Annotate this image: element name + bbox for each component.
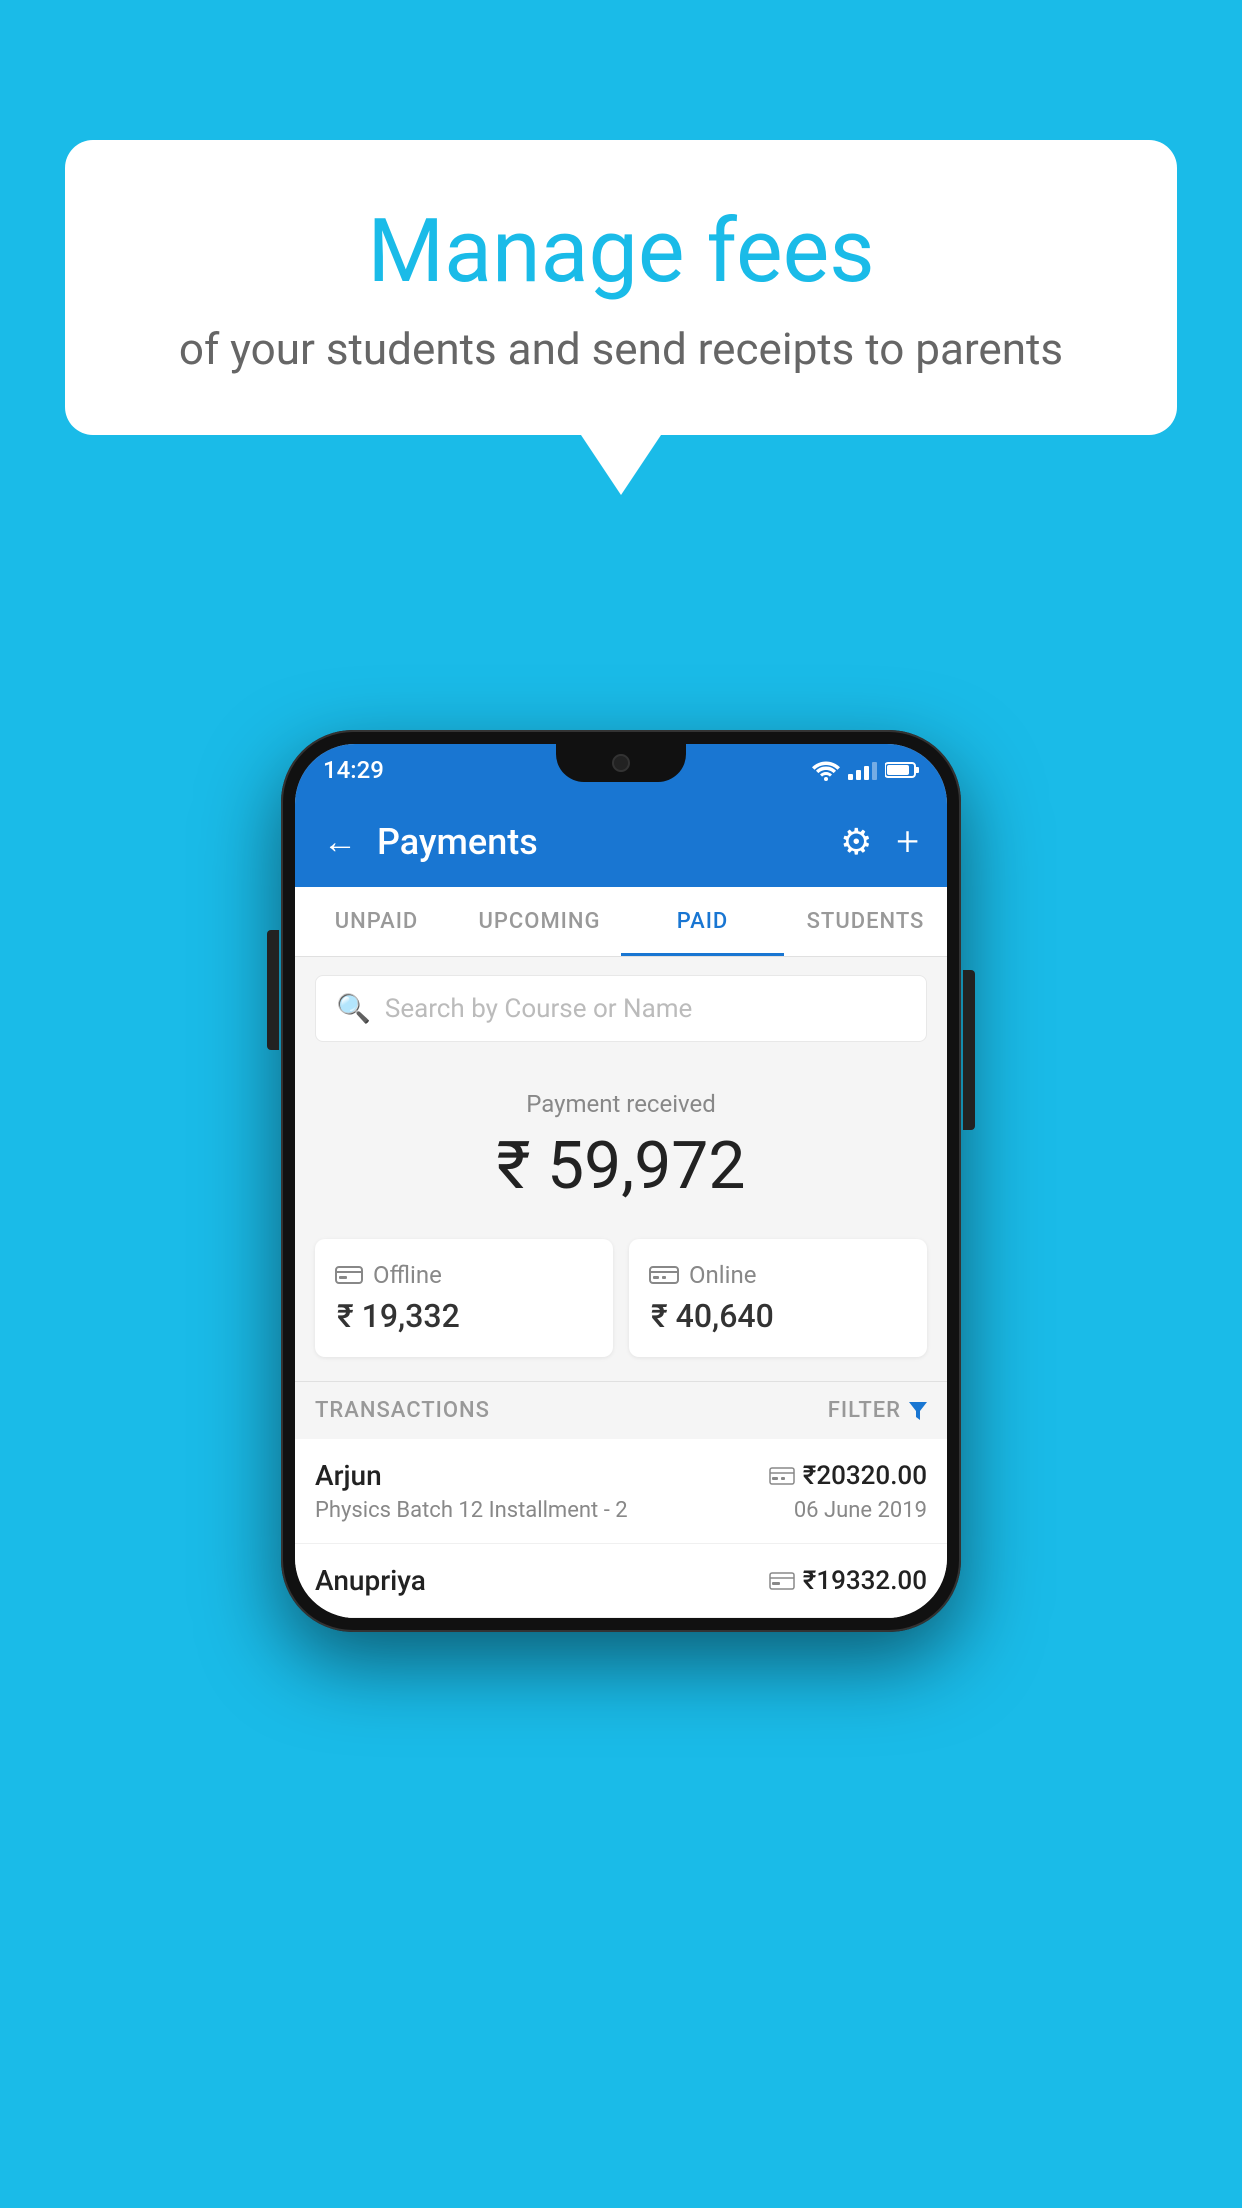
- tab-upcoming[interactable]: UPCOMING: [458, 887, 621, 956]
- transaction-amount: ₹20320.00: [803, 1461, 927, 1491]
- offline-card-header: Offline: [335, 1261, 442, 1289]
- tab-students[interactable]: STUDENTS: [784, 887, 947, 956]
- transaction-row[interactable]: Anupriya ₹19332.00: [295, 1544, 947, 1618]
- background: Manage fees of your students and send re…: [0, 0, 1242, 2208]
- transaction-detail: Physics Batch 12 Installment - 2: [315, 1498, 628, 1523]
- offline-amount: ₹ 19,332: [337, 1297, 460, 1335]
- online-card-header: Online: [649, 1261, 756, 1289]
- search-icon: 🔍: [336, 992, 371, 1025]
- transactions-label: TRANSACTIONS: [315, 1398, 490, 1423]
- payment-total-amount: ₹ 59,972: [315, 1128, 927, 1205]
- payment-received-section: Payment received ₹ 59,972: [295, 1060, 947, 1229]
- transaction-row[interactable]: Arjun ₹20320.00: [295, 1439, 947, 1544]
- transaction-top: Arjun ₹20320.00: [315, 1459, 927, 1492]
- transaction-amount: ₹19332.00: [803, 1566, 927, 1596]
- search-bar[interactable]: 🔍 Search by Course or Name: [315, 975, 927, 1042]
- tab-unpaid[interactable]: UNPAID: [295, 887, 458, 956]
- filter-label-text: FILTER: [828, 1398, 901, 1423]
- transaction-date: 06 June 2019: [794, 1498, 927, 1523]
- filter-button[interactable]: FILTER: [828, 1398, 927, 1423]
- offline-transaction-icon: [769, 1571, 795, 1591]
- speech-bubble-arrow: [581, 435, 661, 495]
- status-icons: [812, 759, 919, 781]
- signal-bars-icon: [848, 760, 877, 780]
- phone-screen: 14:29: [295, 744, 947, 1618]
- transaction-amount-row: ₹19332.00: [769, 1566, 927, 1596]
- payment-received-label: Payment received: [315, 1090, 927, 1118]
- filter-icon: [909, 1402, 927, 1420]
- offline-payment-icon: [335, 1264, 363, 1286]
- speech-bubble-title: Manage fees: [145, 200, 1097, 303]
- online-label: Online: [689, 1261, 756, 1289]
- transactions-list: Arjun ₹20320.00: [295, 1439, 947, 1618]
- offline-label: Offline: [373, 1261, 442, 1289]
- tabs-container: UNPAID UPCOMING PAID STUDENTS: [295, 887, 947, 957]
- speech-bubble: Manage fees of your students and send re…: [65, 140, 1177, 435]
- online-amount: ₹ 40,640: [651, 1297, 774, 1335]
- phone-outer: 14:29: [281, 730, 961, 1632]
- offline-card: Offline ₹ 19,332: [315, 1239, 613, 1357]
- transaction-name: Anupriya: [315, 1564, 426, 1597]
- transaction-name: Arjun: [315, 1459, 382, 1492]
- add-button[interactable]: +: [896, 818, 919, 865]
- settings-icon[interactable]: ⚙: [840, 821, 872, 863]
- transactions-header: TRANSACTIONS FILTER: [295, 1381, 947, 1439]
- phone-notch: [556, 744, 686, 782]
- search-container: 🔍 Search by Course or Name: [295, 957, 947, 1060]
- online-payment-icon: [649, 1264, 679, 1286]
- online-transaction-icon: [769, 1466, 795, 1486]
- battery-icon: [885, 761, 919, 779]
- search-placeholder: Search by Course or Name: [385, 994, 692, 1024]
- wifi-icon: [812, 759, 840, 781]
- transaction-amount-row: ₹20320.00: [769, 1461, 927, 1491]
- transaction-bottom: Physics Batch 12 Installment - 2 06 June…: [315, 1498, 927, 1523]
- speech-bubble-subtitle: of your students and send receipts to pa…: [145, 323, 1097, 375]
- header-right: ⚙ +: [840, 818, 919, 865]
- header-title: Payments: [377, 821, 538, 863]
- back-button[interactable]: ←: [323, 822, 357, 862]
- app-header: ← Payments ⚙ +: [295, 796, 947, 887]
- speech-bubble-container: Manage fees of your students and send re…: [65, 140, 1177, 495]
- tab-paid[interactable]: PAID: [621, 887, 784, 956]
- payment-cards: Offline ₹ 19,332 Online: [295, 1229, 947, 1381]
- phone-camera: [612, 754, 630, 772]
- phone-container: 14:29: [281, 730, 961, 1632]
- online-card: Online ₹ 40,640: [629, 1239, 927, 1357]
- status-time: 14:29: [323, 756, 384, 784]
- header-left: ← Payments: [323, 821, 538, 863]
